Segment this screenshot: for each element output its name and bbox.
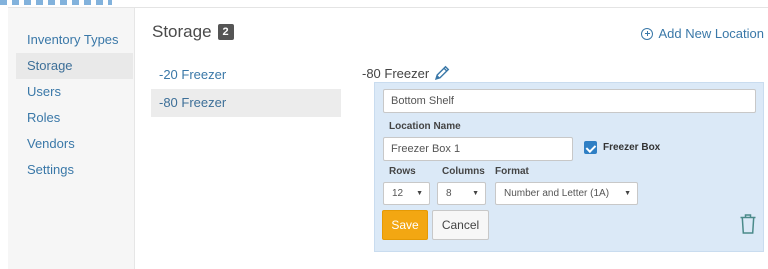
shelf-input-value: Bottom Shelf [391, 95, 454, 107]
pencil-icon[interactable] [433, 64, 451, 82]
sidebar-item-storage[interactable]: Storage [16, 53, 133, 79]
location-list: -20 Freezer -80 Freezer [151, 61, 341, 117]
location-name-label: Location Name [389, 121, 461, 132]
sidebar-item-roles[interactable]: Roles [16, 105, 133, 131]
rows-select[interactable]: 12 ▼ [383, 182, 430, 205]
top-accent-bar [0, 0, 112, 5]
format-label: Format [495, 166, 529, 177]
trash-icon[interactable] [739, 213, 757, 235]
rows-label: Rows [389, 166, 416, 177]
freezer-box-checkbox[interactable] [584, 141, 597, 154]
chevron-down-icon: ▼ [416, 190, 423, 197]
save-button[interactable]: Save [382, 210, 428, 240]
cancel-button[interactable]: Cancel [432, 210, 489, 240]
freezer-box-label: Freezer Box [603, 142, 661, 153]
columns-select[interactable]: 8 ▼ [437, 182, 486, 205]
count-badge: 2 [217, 24, 234, 40]
plus-circle-icon [641, 27, 654, 40]
chevron-down-icon: ▼ [472, 190, 479, 197]
format-select-value: Number and Letter (1A) [504, 188, 610, 199]
chevron-down-icon: ▼ [624, 190, 631, 197]
detail-title-text: -80 Freezer [362, 65, 430, 81]
sidebar-item-inventory-types[interactable]: Inventory Types [16, 27, 133, 53]
shelf-input[interactable]: Bottom Shelf [383, 89, 756, 113]
columns-select-value: 8 [446, 188, 452, 199]
rows-select-value: 12 [392, 188, 404, 199]
freezer-box-option[interactable]: Freezer Box [584, 141, 660, 154]
format-select[interactable]: Number and Letter (1A) ▼ [495, 182, 638, 205]
columns-label: Columns [442, 166, 485, 177]
detail-title: -80 Freezer [362, 64, 451, 82]
sidebar-item-settings[interactable]: Settings [16, 157, 133, 183]
page-title: Storage 2 [152, 22, 234, 42]
add-new-location-label: Add New Location [658, 26, 764, 41]
location-editor-panel: Bottom Shelf Location Name Freezer Box 1… [374, 82, 764, 252]
location-name-value: Freezer Box 1 [391, 143, 461, 155]
page-title-text: Storage [152, 22, 212, 41]
add-new-location-link[interactable]: Add New Location [641, 26, 764, 41]
sidebar-item-vendors[interactable]: Vendors [16, 131, 133, 157]
settings-sidebar: Inventory Types Storage Users Roles Vend… [8, 8, 135, 269]
location-item-minus80-freezer[interactable]: -80 Freezer [151, 89, 341, 117]
sidebar-item-users[interactable]: Users [16, 79, 133, 105]
location-item-minus20-freezer[interactable]: -20 Freezer [151, 61, 341, 89]
location-name-input[interactable]: Freezer Box 1 [383, 137, 573, 161]
